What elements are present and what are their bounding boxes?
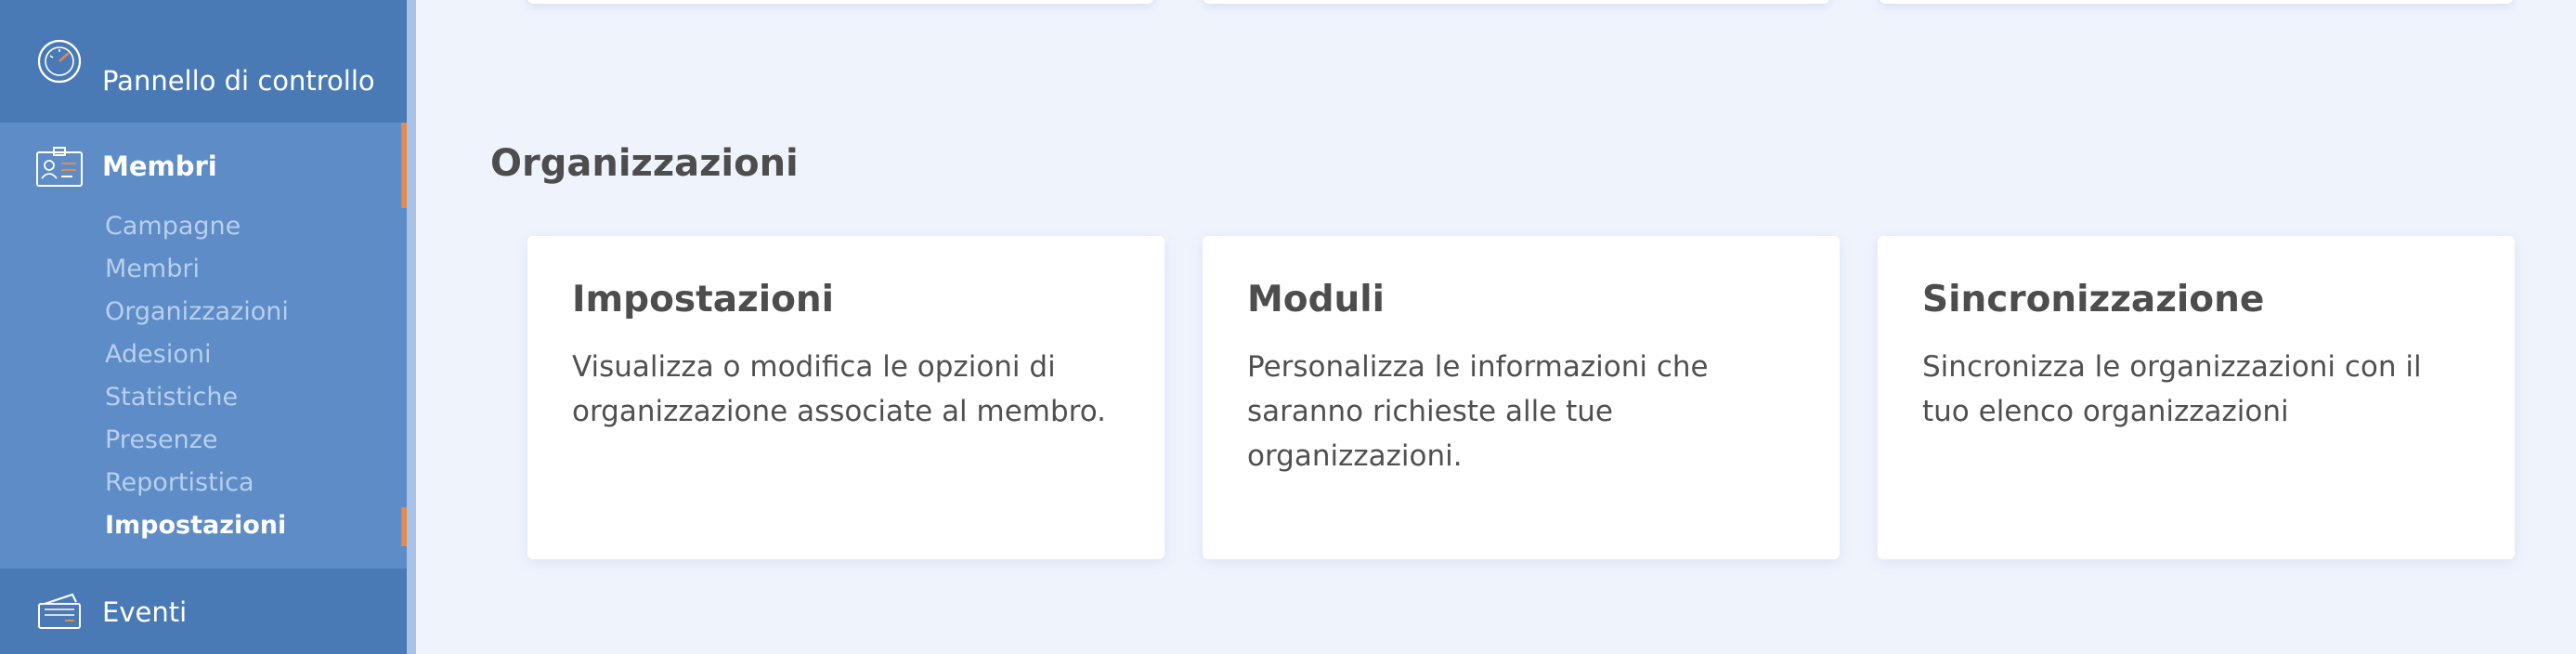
card-description: Visualizza o modifica le opzioni di orga… — [572, 350, 1107, 428]
sidebar-section-members: Membri Campagne Membri Organizzazioni Ad… — [0, 123, 407, 569]
sidebar-divider — [407, 0, 416, 654]
sidebar: Pannello di controllo Membri Campagne Me… — [0, 0, 407, 654]
card-description: Personalizza le informazioni che saranno… — [1247, 350, 1709, 473]
section-title: Organizzazioni — [490, 142, 799, 185]
sidebar-item-label: Pannello di controllo — [102, 65, 375, 97]
sidebar-item-label: Membri — [102, 150, 217, 182]
speedometer-icon — [35, 39, 84, 84]
id-badge-icon — [35, 145, 84, 190]
sidebar-item-dashboard[interactable]: Pannello di controllo — [0, 0, 407, 123]
submenu-item-reportistica[interactable]: Reportistica — [105, 468, 254, 497]
card-partial — [1203, 0, 1829, 4]
sidebar-item-members[interactable]: Membri — [0, 123, 407, 210]
card-description: Sincronizza le organizzazioni con il tuo… — [1922, 350, 2422, 428]
sidebar-item-events[interactable]: Eventi — [0, 569, 407, 654]
card-title: Moduli — [1247, 279, 1386, 320]
submenu-item-presenze[interactable]: Presenze — [105, 425, 218, 454]
card-title: Sincronizzazione — [1922, 279, 2265, 320]
tickets-icon — [35, 589, 84, 634]
sync-card[interactable]: Sincronizzazione Sincronizza le organizz… — [1878, 236, 2515, 559]
forms-card[interactable]: Moduli Personalizza le informazioni che … — [1203, 236, 1840, 559]
sidebar-item-label: Eventi — [102, 596, 188, 628]
submenu-item-organizzazioni[interactable]: Organizzazioni — [105, 297, 289, 326]
submenu-item-statistiche[interactable]: Statistiche — [105, 383, 238, 412]
submenu-item-adesioni[interactable]: Adesioni — [105, 340, 211, 369]
card-partial — [527, 0, 1153, 4]
card-title: Impostazioni — [572, 279, 835, 320]
settings-card[interactable]: Impostazioni Visualizza o modifica le op… — [527, 236, 1164, 559]
card-partial — [1880, 0, 2513, 4]
submenu-item-campagne[interactable]: Campagne — [105, 212, 241, 241]
submenu-item-impostazioni[interactable]: Impostazioni — [105, 511, 286, 540]
submenu-item-membri[interactable]: Membri — [105, 255, 200, 283]
